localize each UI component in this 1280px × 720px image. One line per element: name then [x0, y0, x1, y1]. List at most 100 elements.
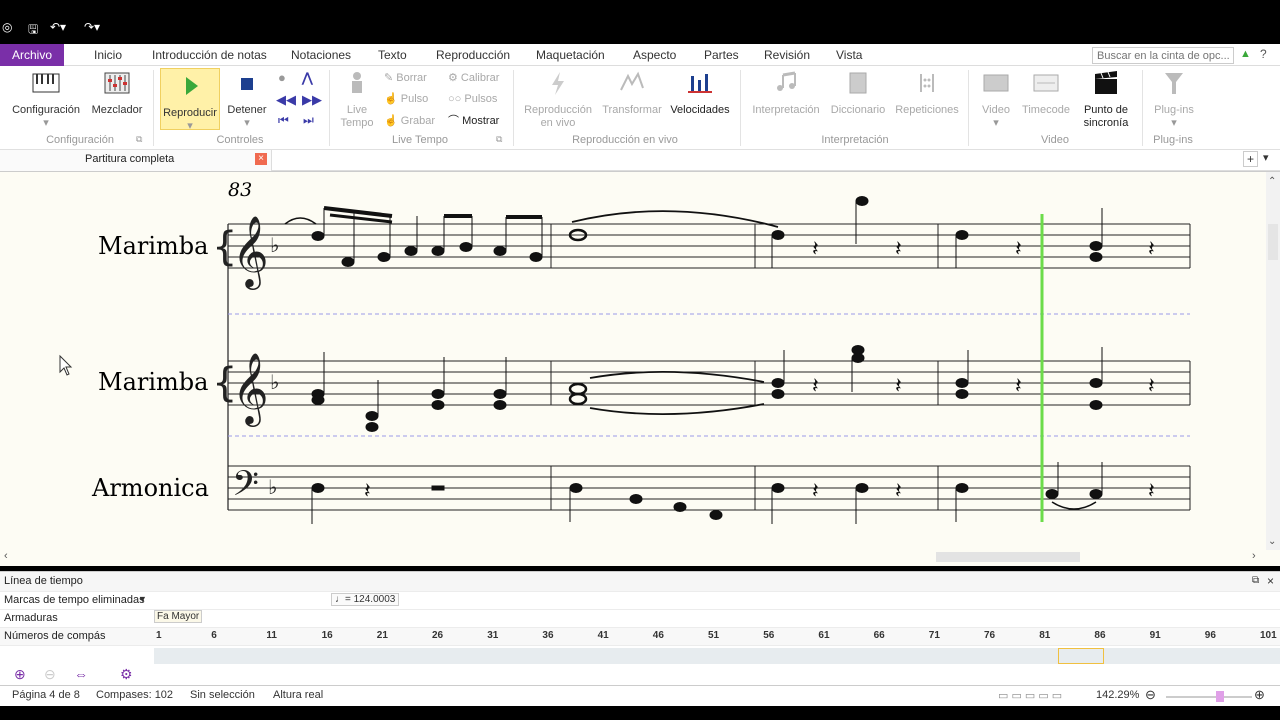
ribbon-collapse-icon[interactable]: ▲: [1240, 48, 1251, 60]
calibrate-icon: ⚙: [448, 72, 461, 84]
live-tempo-button[interactable]: Live Tempo: [336, 70, 378, 130]
separator: [329, 70, 330, 146]
measure-number: 83: [228, 179, 252, 201]
save-icon[interactable]: 🖫: [28, 20, 38, 38]
pulsos-label: Pulsos: [464, 93, 498, 105]
mezclador-button[interactable]: Mezclador: [88, 70, 146, 117]
scroll-right-icon[interactable]: ›: [1252, 550, 1256, 562]
title-bar: ◎ 🖫 ↶▾ ↷▾: [0, 0, 1280, 44]
close-panel-icon[interactable]: ×: [1267, 574, 1274, 588]
calibrar-button[interactable]: ⚙ Calibrar: [448, 69, 499, 87]
go-to-end-icon[interactable]: ⏭: [303, 113, 314, 128]
timeline-overview[interactable]: [154, 648, 1280, 664]
tab-texto[interactable]: Texto: [372, 44, 413, 66]
row-dropdown-icon[interactable]: ▼: [138, 594, 147, 604]
tab-aspecto[interactable]: Aspecto: [627, 44, 682, 66]
go-to-start-icon[interactable]: ⏮: [278, 113, 289, 128]
undo-icon[interactable]: ↶▾: [50, 20, 66, 38]
zoom-in-button[interactable]: ⊕: [1254, 687, 1265, 703]
repeat-icon: [920, 74, 934, 92]
velocidades-button[interactable]: Velocidades: [668, 70, 732, 117]
fit-width-icon[interactable]: ⇔: [74, 666, 88, 682]
record-icon[interactable]: ●: [278, 70, 286, 85]
borrar-button[interactable]: ✎ Borrar: [384, 69, 427, 87]
tab-notaciones[interactable]: Notaciones: [285, 44, 357, 66]
tab-inicio[interactable]: Inicio: [88, 44, 128, 66]
diccionario-button[interactable]: Diccionario: [826, 70, 890, 117]
sibelius-logo-icon[interactable]: ◎: [2, 20, 12, 38]
rewind-icon[interactable]: ◀◀: [276, 92, 296, 108]
zoom-out-button[interactable]: ⊖: [1145, 687, 1156, 703]
timeline-row-bars[interactable]: Números de compás 1 6 11 16 21 26 31 36 41 46 51 56…: [0, 628, 1280, 646]
plugins-button[interactable]: Plug-ins ▾: [1148, 70, 1200, 130]
status-pitch[interactable]: Altura real: [273, 689, 323, 701]
tab-introduccion-notas[interactable]: Introducción de notas: [146, 44, 273, 66]
timeline-row-tempo[interactable]: Marcas de tempo eliminadas ▼ ♩= 124.0003: [0, 592, 1280, 610]
view-mode-icons[interactable]: ▭ ▭ ▭ ▭ ▭: [998, 689, 1062, 702]
horizontal-scrollbar[interactable]: ‹ ›: [0, 550, 1266, 564]
tempo-marker[interactable]: ♩= 124.0003: [331, 593, 400, 606]
tab-menu-icon[interactable]: ▾: [1263, 151, 1269, 164]
ribbon: Configuración ▾ Mezclador Configuración …: [0, 66, 1280, 150]
punto-de-sincronia-button[interactable]: Punto de sincronía: [1076, 70, 1136, 130]
settings-gear-icon[interactable]: ⚙: [120, 666, 133, 683]
reproduccion-en-vivo-label: Reproducción en vivo: [524, 104, 592, 129]
staff-marimba-1: [228, 223, 1190, 269]
group-reproduccion-en-vivo-label: Reproducción en vivo: [572, 134, 678, 146]
restore-panel-icon[interactable]: ⧉: [1252, 575, 1259, 586]
repeticiones-label: Repeticiones: [895, 104, 959, 116]
scroll-up-icon[interactable]: ⌃: [1268, 176, 1276, 187]
instrument-name: Armonica: [91, 474, 209, 502]
tab-partitura-completa[interactable]: Partitura completa ×: [0, 150, 272, 171]
score-canvas[interactable]: 83 Marimba Marimba Armonica { { 𝄞 𝄞 𝄢 ♭ …: [0, 172, 1280, 567]
mostrar-button[interactable]: ⌒ Mostrar: [448, 112, 499, 130]
svg-text:𝄽: 𝄽: [895, 237, 902, 262]
ribbon-search-input[interactable]: [1092, 47, 1234, 64]
pulsos-button[interactable]: ○○ Pulsos: [448, 90, 497, 108]
dialog-launcher-icon[interactable]: ⧉: [136, 134, 142, 145]
zoom-slider-thumb[interactable]: [1216, 691, 1224, 702]
reproducir-button[interactable]: Reproducir ▾: [160, 68, 220, 132]
score-view[interactable]: 83 Marimba Marimba Armonica { { 𝄞 𝄞 𝄢 ♭ …: [0, 171, 1280, 566]
detener-button[interactable]: Detener ▾: [224, 70, 270, 130]
horizontal-scroll-thumb[interactable]: [936, 552, 1080, 562]
timeline-viewport[interactable]: [1058, 648, 1104, 664]
close-tab-icon[interactable]: ×: [255, 153, 267, 165]
redo-icon[interactable]: ↷▾: [84, 20, 100, 38]
flat-key-signature: ♭: [268, 475, 277, 499]
configuracion-button[interactable]: Configuración ▾: [8, 70, 84, 130]
tab-partes[interactable]: Partes: [698, 44, 745, 66]
add-tab-icon[interactable]: +: [1243, 151, 1258, 167]
play-icon: [186, 77, 198, 95]
scroll-left-icon[interactable]: ‹: [4, 550, 8, 562]
zoom-level[interactable]: 142.29%: [1096, 689, 1139, 701]
tab-archivo[interactable]: Archivo: [0, 44, 65, 66]
dialog-launcher-icon[interactable]: ⧉: [496, 134, 502, 145]
pulso-button[interactable]: ☝ Pulso: [384, 90, 428, 108]
curve-icon: ⌒: [448, 115, 463, 127]
interpretacion-button[interactable]: Interpretación: [748, 70, 824, 117]
video-button[interactable]: Video ▾: [976, 70, 1016, 130]
tab-vista[interactable]: Vista: [830, 44, 868, 66]
tab-reproduccion[interactable]: Reproducción: [430, 44, 516, 66]
timecode-button[interactable]: Timecode: [1018, 70, 1074, 117]
help-icon[interactable]: ?: [1260, 47, 1267, 61]
grabar-button[interactable]: ☝ Grabar: [384, 112, 435, 130]
repeticiones-button[interactable]: Repeticiones: [892, 70, 962, 117]
fast-forward-icon[interactable]: ▶▶: [302, 92, 322, 108]
zoom-slider[interactable]: [1166, 691, 1252, 702]
reproduccion-en-vivo-button[interactable]: Reproducción en vivo: [518, 70, 598, 130]
bar-number: 11: [266, 630, 277, 641]
tempo-row-label: Marcas de tempo eliminadas: [4, 594, 145, 606]
zoom-in-icon[interactable]: ⊕: [14, 666, 26, 683]
transformar-button[interactable]: Transformar: [600, 70, 664, 117]
zoom-out-icon[interactable]: ⊖: [44, 666, 56, 683]
timeline-row-key[interactable]: Armaduras Fa Mayor: [0, 610, 1280, 628]
tab-maquetacion[interactable]: Maquetación: [530, 44, 611, 66]
scroll-down-icon[interactable]: ⌄: [1268, 536, 1276, 547]
key-marker[interactable]: Fa Mayor: [154, 610, 203, 623]
tab-revision[interactable]: Revisión: [758, 44, 816, 66]
configuracion-label: Configuración: [12, 104, 80, 116]
vertical-scroll-thumb[interactable]: [1268, 224, 1278, 260]
metronome-icon[interactable]: ⋀: [302, 70, 313, 86]
